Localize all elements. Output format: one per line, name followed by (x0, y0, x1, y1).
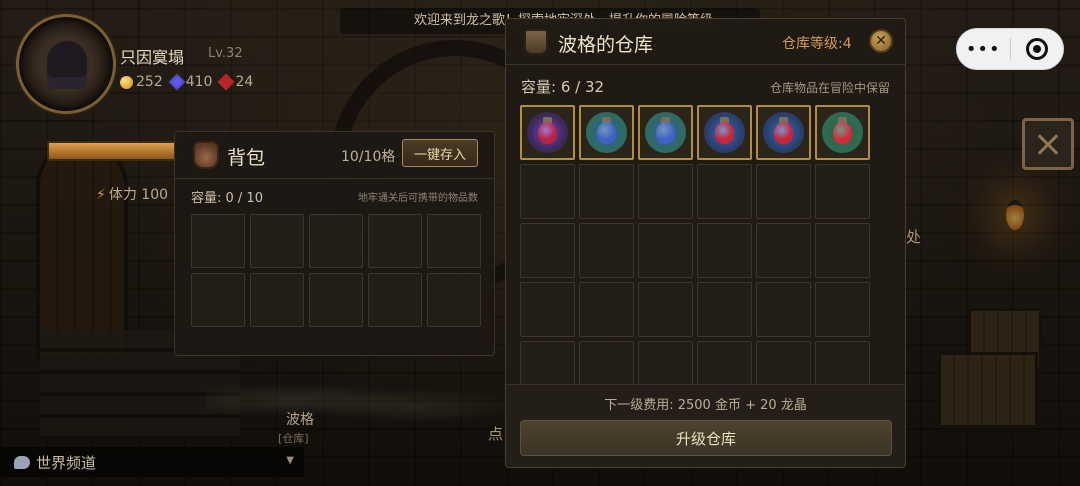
backpack-slot[interactable] (191, 273, 245, 327)
exit-miniprogram-button[interactable] (1010, 38, 1063, 60)
gold-counter: 252 (120, 74, 163, 90)
warehouse-empty-slot[interactable] (815, 282, 870, 337)
more-options-icon[interactable]: ••• (957, 39, 1010, 60)
backpack-slot[interactable] (368, 214, 422, 268)
gold-coin-icon (120, 75, 133, 89)
warehouse-empty-slot[interactable] (579, 282, 634, 337)
backpack-slot[interactable] (427, 273, 481, 327)
warehouse-level: 仓库等级:4 (782, 36, 852, 52)
red-ruby-icon (217, 73, 235, 91)
warehouse-empty-slot[interactable] (579, 164, 634, 219)
backpack-capacity: 容量: 0 / 10 (191, 191, 263, 206)
warehouse-empty-slot[interactable] (697, 282, 752, 337)
player-name: 只因寞塌 (120, 48, 185, 67)
warehouse-empty-slot[interactable] (756, 164, 811, 219)
chevron-down-icon[interactable]: ▼ (286, 455, 294, 466)
warehouse-empty-slot[interactable] (697, 341, 752, 387)
warehouse-empty-slot[interactable] (815, 223, 870, 278)
blue-mana-potion-icon (586, 112, 627, 153)
npc-role-label: [仓库] (278, 432, 309, 445)
stamina-icon: ⚡ (96, 187, 106, 203)
backpack-icon (193, 141, 219, 169)
upgrade-warehouse-button[interactable]: 升级仓库 (520, 420, 892, 456)
warehouse-empty-slot[interactable] (638, 341, 693, 387)
warehouse-empty-slot[interactable] (756, 341, 811, 387)
map-button[interactable] (1022, 118, 1074, 170)
close-icon[interactable]: ✕ (869, 29, 893, 53)
blue-gem-icon (168, 73, 186, 91)
warehouse-capacity: 容量: 6 / 32 (521, 78, 605, 96)
hooded-hero-icon (47, 41, 87, 89)
warehouse-item-slot[interactable] (815, 105, 870, 160)
warehouse-empty-slot[interactable] (520, 164, 575, 219)
warehouse-hint: 仓库物品在冒险中保留 (769, 81, 890, 95)
backpack-slot[interactable] (191, 214, 245, 268)
player-level: Lv.32 (208, 46, 243, 61)
stamina-display: ⚡ 体力 100 (96, 187, 169, 203)
warehouse-grid (520, 105, 892, 387)
warehouse-empty-slot[interactable] (638, 282, 693, 337)
warehouse-scroll-area[interactable] (520, 105, 892, 387)
backpack-slot[interactable] (368, 273, 422, 327)
warehouse-item-slot[interactable] (520, 105, 575, 160)
purple-demon-orb-icon (527, 112, 568, 153)
backpack-slot[interactable] (309, 273, 363, 327)
world-chat-bar[interactable]: 世界频道 ▼ (0, 447, 304, 477)
warehouse-empty-slot[interactable] (520, 341, 575, 387)
warehouse-item-slot[interactable] (756, 105, 811, 160)
warehouse-header: 波格的仓库 仓库等级:4 ✕ (506, 19, 905, 65)
ruby-counter: 24 (217, 73, 253, 91)
backpack-slot[interactable] (427, 214, 481, 268)
warehouse-title: 波格的仓库 (558, 34, 654, 56)
warehouse-item-slot[interactable] (697, 105, 752, 160)
warehouse-item-slot[interactable] (638, 105, 693, 160)
chat-bubble-icon (14, 455, 30, 469)
backpack-grid (191, 214, 481, 327)
warehouse-empty-slot[interactable] (756, 282, 811, 337)
currency-row: 252 410 24 (120, 73, 253, 91)
warehouse-empty-slot[interactable] (638, 164, 693, 219)
warehouse-empty-slot[interactable] (520, 282, 575, 337)
warehouse-empty-slot[interactable] (520, 223, 575, 278)
warehouse-empty-slot[interactable] (638, 223, 693, 278)
warehouse-footer: 下一级费用: 2500 金币 + 20 龙晶 升级仓库 (506, 384, 905, 467)
warehouse-item-slot[interactable] (579, 105, 634, 160)
warehouse-empty-slot[interactable] (697, 164, 752, 219)
next-level-cost: 下一级费用: 2500 金币 + 20 龙晶 (604, 398, 807, 413)
side-label: 处 (906, 228, 922, 246)
backpack-slot[interactable] (309, 214, 363, 268)
scene-point-label: 点 (488, 425, 504, 443)
npc-name-label[interactable]: 波格 (286, 409, 314, 429)
red-health-potion-icon (704, 112, 745, 153)
miniprogram-capsule: ••• (956, 28, 1064, 70)
target-close-icon (1025, 38, 1048, 60)
red-elixir-icon (822, 112, 863, 153)
backpack-slot[interactable] (250, 273, 304, 327)
warehouse-empty-slot[interactable] (579, 341, 634, 387)
warehouse-panel: 波格的仓库 仓库等级:4 ✕ 容量: 6 / 32 仓库物品在冒险中保留 下一级… (505, 18, 906, 468)
backpack-slot[interactable] (250, 214, 304, 268)
gem-counter: 410 (168, 73, 212, 91)
backpack-slot-count: 10/10格 (341, 149, 396, 165)
warehouse-empty-slot[interactable] (815, 164, 870, 219)
warehouse-empty-slot[interactable] (815, 341, 870, 387)
backpack-title: 背包 (227, 147, 266, 169)
health-bar (47, 141, 177, 161)
world-chat-label: 世界频道 (36, 453, 97, 472)
blue-mana-potion-icon (645, 112, 686, 153)
red-health-potion-icon (763, 112, 804, 153)
warehouse-empty-slot[interactable] (697, 223, 752, 278)
deposit-all-button[interactable]: 一键存入 (402, 139, 478, 167)
warehouse-empty-slot[interactable] (579, 223, 634, 278)
warehouse-keeper-icon (524, 29, 548, 55)
backpack-panel: 背包 10/10格 一键存入 容量: 0 / 10 地牢通关后可携带的物品数 (174, 131, 495, 356)
backpack-hint: 地牢通关后可携带的物品数 (358, 193, 478, 204)
warehouse-empty-slot[interactable] (756, 223, 811, 278)
avatar[interactable] (16, 14, 116, 114)
